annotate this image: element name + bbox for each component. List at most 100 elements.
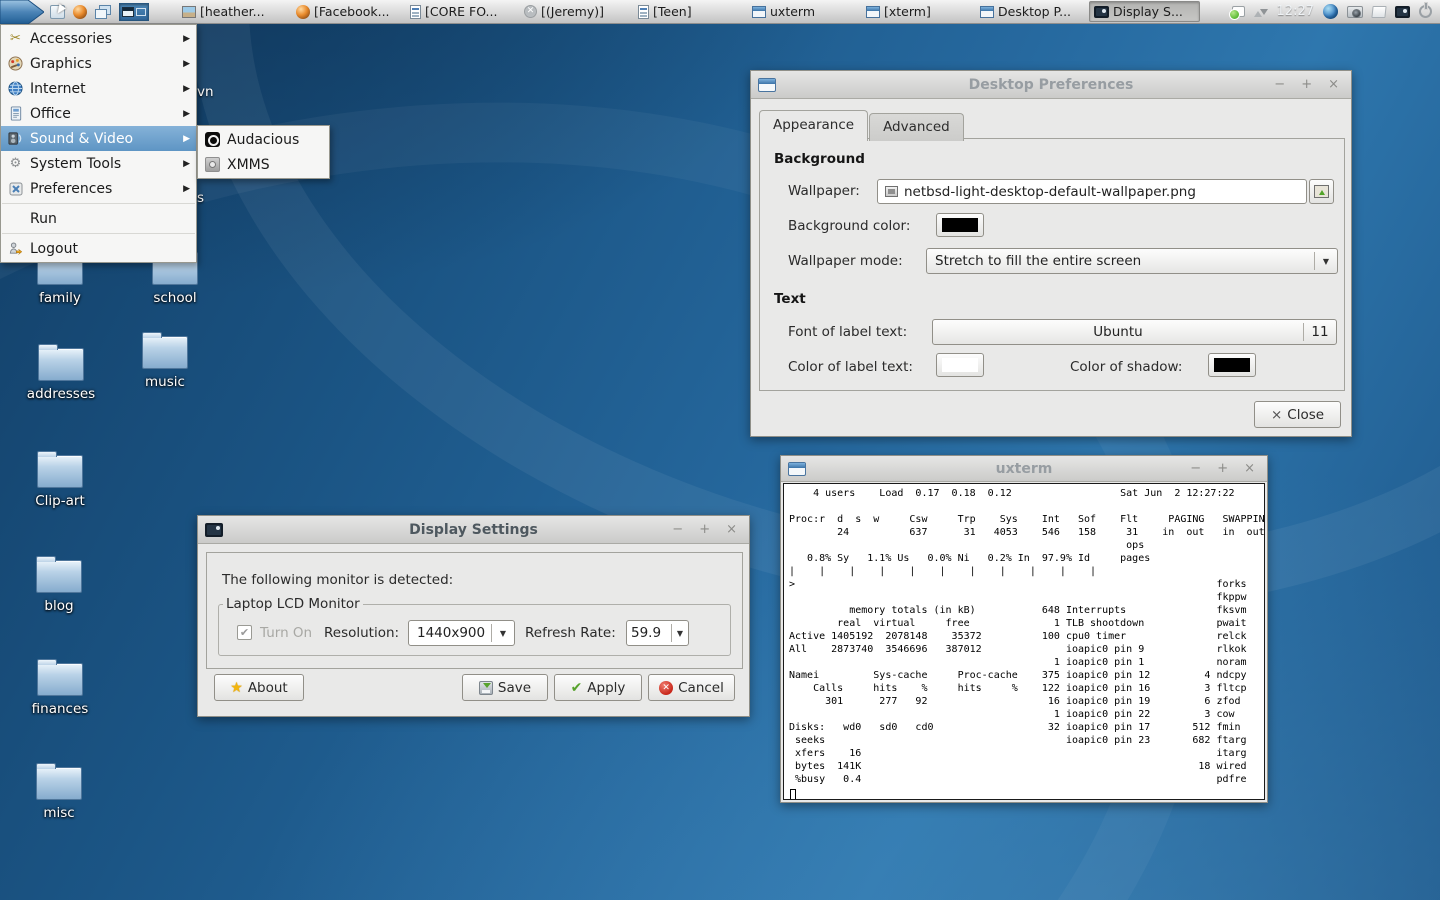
application-menu: ✂ Accessories ▶ Graphics ▶ Internet ▶ Of… xyxy=(0,24,197,263)
clock[interactable]: 12:27 xyxy=(1277,4,1314,19)
gear-icon: ⚙ xyxy=(7,156,24,172)
task-button-core[interactable]: [CORE FO... xyxy=(405,1,516,22)
wallpaper-browse-button[interactable] xyxy=(1309,179,1334,204)
menu-item-accessories[interactable]: ✂ Accessories ▶ xyxy=(1,26,196,51)
desktop-icon-label: misc xyxy=(43,805,74,821)
wallpaper-mode-combo[interactable]: Stretch to fill the entire screen ▼ xyxy=(926,248,1338,274)
minimize-button[interactable]: − xyxy=(672,516,683,544)
titlebar[interactable]: uxterm − + × xyxy=(781,456,1267,482)
resolution-label: Resolution: xyxy=(324,625,399,641)
font-chooser-button[interactable]: Ubuntu 11 xyxy=(932,319,1337,345)
messenger-tray-icon[interactable] xyxy=(1232,6,1245,17)
wallpaper-label: Wallpaper: xyxy=(788,183,860,199)
window-title: Desktop Preferences xyxy=(751,77,1351,93)
submenu-item-audacious[interactable]: Audacious xyxy=(198,127,329,152)
menu-item-graphics[interactable]: Graphics ▶ xyxy=(1,51,196,76)
speaker-icon xyxy=(7,131,24,147)
about-button[interactable]: ★ About xyxy=(214,674,304,701)
menu-item-run[interactable]: Run xyxy=(1,206,196,231)
monitor-icon xyxy=(205,523,223,537)
start-menu-button[interactable] xyxy=(0,0,44,24)
close-button[interactable]: × xyxy=(726,516,737,544)
maximize-button[interactable]: + xyxy=(1217,455,1228,483)
tab-advanced[interactable]: Advanced xyxy=(869,113,964,141)
documents-tray-icon[interactable] xyxy=(1371,6,1386,18)
desktop-icon-blog[interactable]: blog xyxy=(4,560,114,614)
uxterm-window: uxterm − + × 4 users Load 0.17 0.18 0.12… xyxy=(780,455,1268,803)
background-color-swatch[interactable] xyxy=(936,213,984,237)
tab-appearance[interactable]: Appearance xyxy=(759,110,868,141)
tab-bar: Appearance Advanced xyxy=(759,110,964,141)
task-button-facebook[interactable]: [Facebook... xyxy=(291,1,402,22)
save-icon xyxy=(479,681,493,695)
desktop-pager-icon[interactable] xyxy=(119,3,149,21)
maximize-button[interactable]: + xyxy=(699,516,710,544)
network-traffic-icon[interactable] xyxy=(1254,6,1268,18)
task-button-heather[interactable]: [heather... xyxy=(177,1,288,22)
disabled-x-icon xyxy=(524,5,537,18)
submenu-arrow-icon: ▶ xyxy=(183,84,190,94)
display-settings-window: Display Settings − + × The following mon… xyxy=(197,515,750,717)
photo-icon xyxy=(182,6,196,18)
wallpaper-path-field[interactable]: netbsd-light-desktop-default-wallpaper.p… xyxy=(877,179,1307,204)
terminal-screen[interactable]: 4 users Load 0.17 0.18 0.12 Sat Jun 2 12… xyxy=(783,483,1265,800)
background-color-label: Background color: xyxy=(788,218,910,234)
desktop-preferences-window: Desktop Preferences − + × Appearance Adv… xyxy=(750,70,1352,437)
menu-item-system-tools[interactable]: ⚙ System Tools ▶ xyxy=(1,151,196,176)
close-dialog-button[interactable]: × Close xyxy=(1254,401,1341,428)
task-button-desktop-preferences[interactable]: Desktop P... xyxy=(975,1,1086,22)
titlebar[interactable]: Display Settings − + × xyxy=(198,516,749,544)
resolution-combo[interactable]: 1440x900 ▼ xyxy=(408,620,515,646)
screenshot-tray-icon[interactable] xyxy=(1347,6,1363,18)
web-browser-icon[interactable] xyxy=(73,5,87,19)
file-manager-icon[interactable] xyxy=(50,5,65,19)
cancel-button[interactable]: Cancel xyxy=(648,674,735,701)
close-button[interactable]: × xyxy=(1244,455,1255,483)
star-icon: ★ xyxy=(230,680,243,696)
color-white xyxy=(942,358,978,372)
hidden-icon-label-fragment: vn xyxy=(197,84,214,100)
system-tray: 12:27 xyxy=(1232,4,1440,19)
quick-launch-area xyxy=(44,3,159,21)
menu-item-internet[interactable]: Internet ▶ xyxy=(1,76,196,101)
globe-tray-icon[interactable] xyxy=(1323,4,1338,19)
shadow-color-label: Color of shadow: xyxy=(1070,359,1182,375)
document-icon xyxy=(638,5,649,19)
desktop-icon-clip-art[interactable]: Clip-art xyxy=(5,455,115,509)
menu-item-logout[interactable]: Logout xyxy=(1,236,196,261)
save-button[interactable]: Save xyxy=(462,674,548,701)
minimize-button[interactable]: − xyxy=(1190,455,1201,483)
appearance-tab-panel: Background Wallpaper: netbsd-light-deskt… xyxy=(759,138,1345,391)
power-tray-icon[interactable] xyxy=(1419,5,1432,18)
task-button-display-settings[interactable]: Display S... xyxy=(1089,1,1200,22)
task-button-jeremy[interactable]: [(Jeremy)] xyxy=(519,1,630,22)
menu-item-preferences[interactable]: Preferences ▶ xyxy=(1,176,196,201)
desktop-icon-music[interactable]: music xyxy=(110,336,220,390)
desktop-icon-finances[interactable]: finances xyxy=(5,663,115,717)
desktop-icon-misc[interactable]: misc xyxy=(4,767,114,821)
folder-icon xyxy=(37,455,83,488)
submenu-item-xmms[interactable]: XMMS xyxy=(198,152,329,177)
task-button-xterm[interactable]: [xterm] xyxy=(861,1,972,22)
apply-button[interactable]: ✔ Apply xyxy=(554,674,642,701)
shadow-color-swatch[interactable] xyxy=(1208,353,1256,377)
menu-item-sound-video[interactable]: Sound & Video ▶ xyxy=(1,126,196,151)
minimize-button[interactable]: − xyxy=(1274,71,1285,99)
label-color-swatch[interactable] xyxy=(936,353,984,377)
menu-item-office[interactable]: Office ▶ xyxy=(1,101,196,126)
desktop-icon-label: addresses xyxy=(27,386,95,402)
task-button-teen[interactable]: [Teen] xyxy=(633,1,744,22)
text-section-heading: Text xyxy=(774,291,806,307)
refresh-rate-combo[interactable]: 59.9 ▼ xyxy=(626,620,689,646)
display-tray-icon[interactable] xyxy=(1395,6,1410,18)
maximize-button[interactable]: + xyxy=(1301,71,1312,99)
font-name-value: Ubuntu xyxy=(933,324,1303,340)
logout-icon xyxy=(7,241,24,257)
task-button-uxterm[interactable]: uxterm xyxy=(747,1,858,22)
titlebar[interactable]: Desktop Preferences − + × xyxy=(751,71,1351,99)
close-button[interactable]: × xyxy=(1328,71,1339,99)
desktop-icon-addresses[interactable]: addresses xyxy=(6,348,116,402)
hidden-icon-label-fragment: s xyxy=(197,190,204,206)
iconify-windows-icon[interactable] xyxy=(95,5,111,19)
turn-on-checkbox[interactable]: ✔ xyxy=(237,625,252,640)
